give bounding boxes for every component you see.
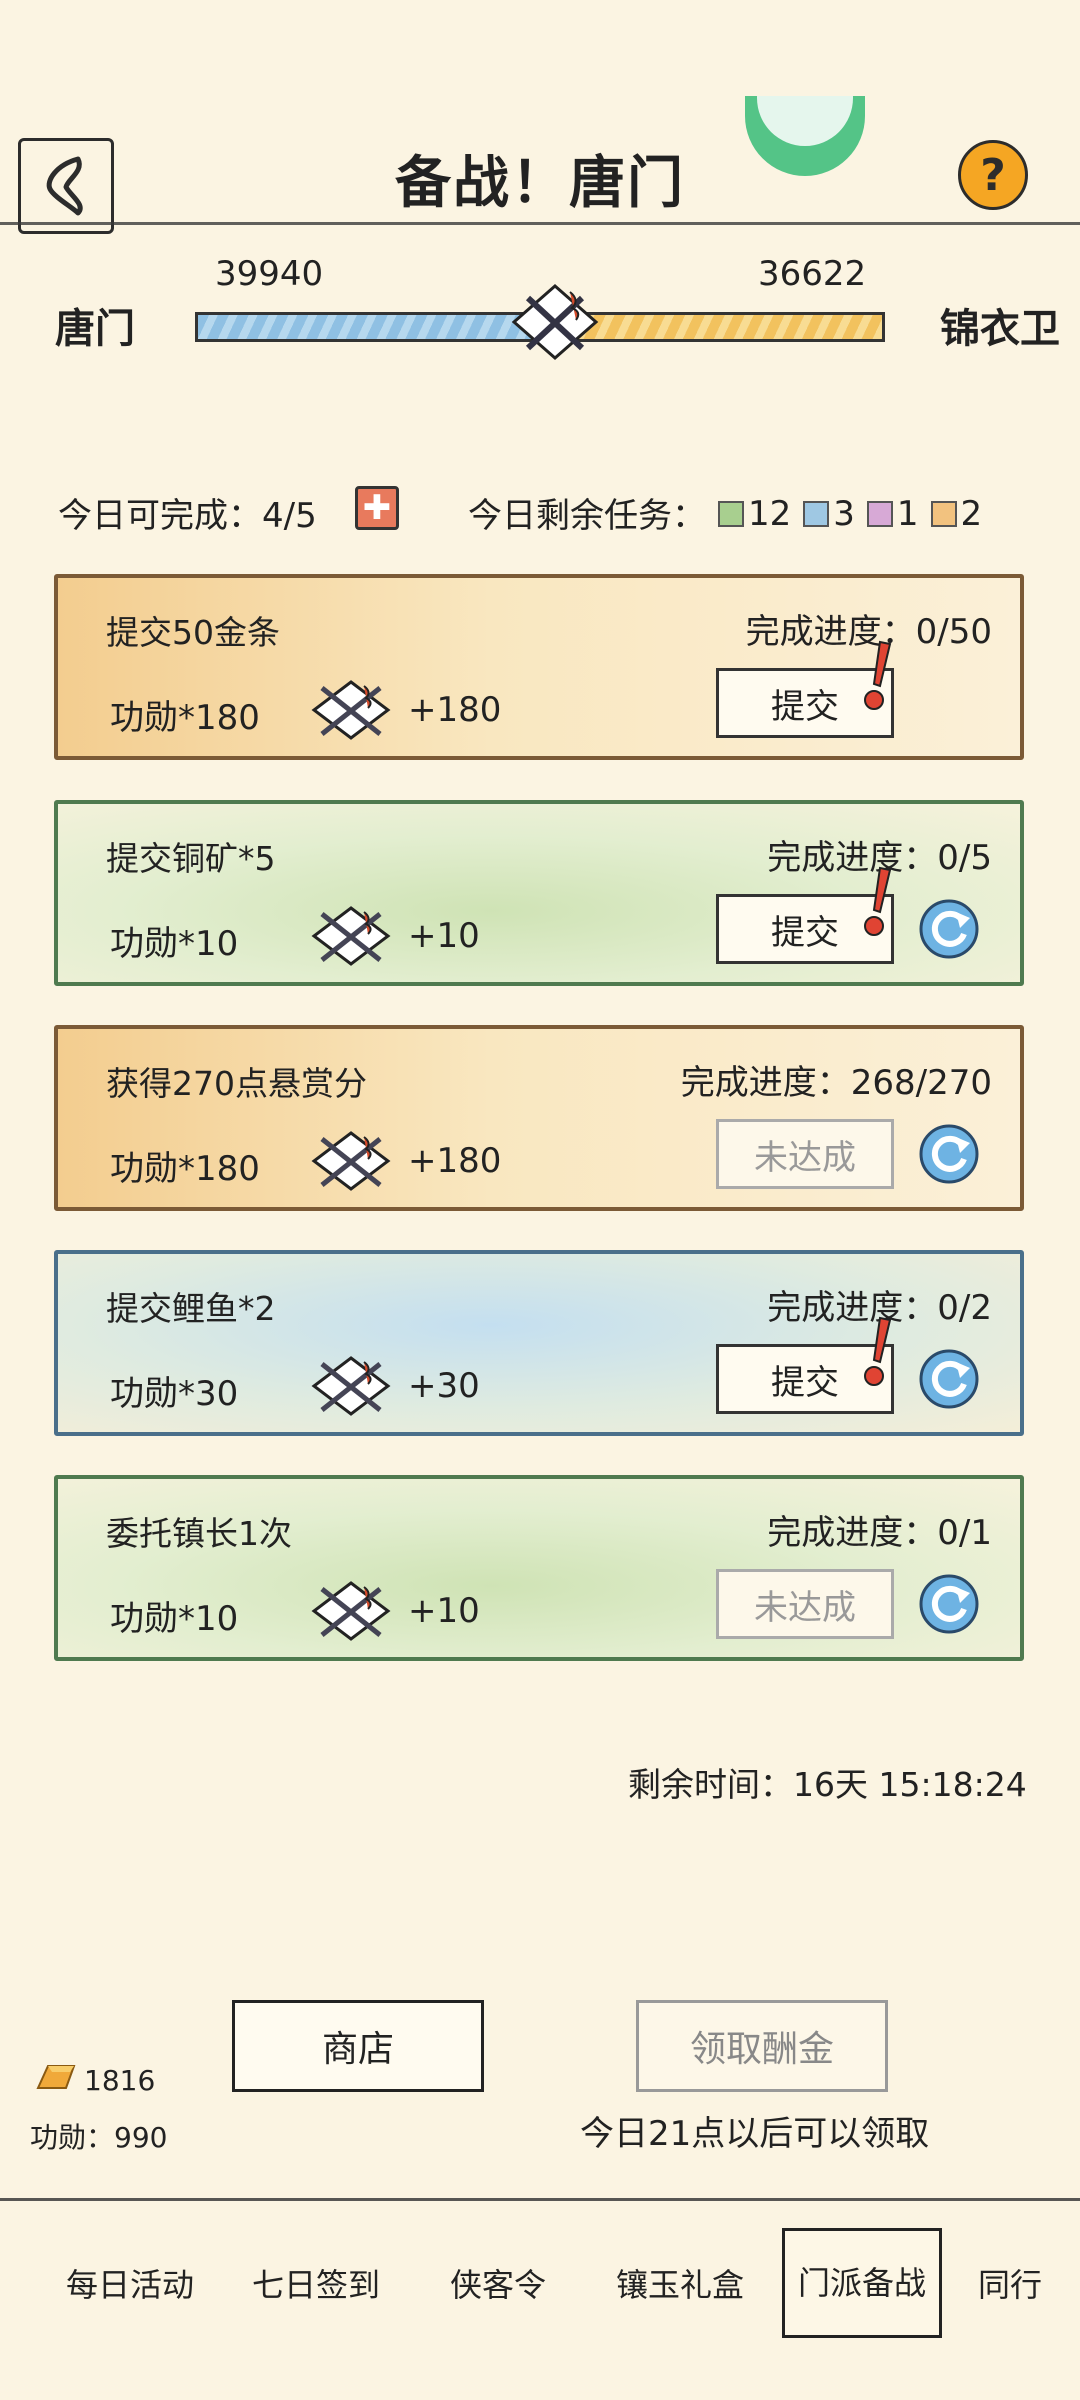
shop-button[interactable]: 商店 bbox=[232, 2000, 484, 2092]
exclamation-alert-icon bbox=[864, 1316, 892, 1386]
right-faction-name: 锦衣卫 bbox=[940, 306, 1060, 352]
gold-count: 1816 bbox=[84, 2064, 156, 2097]
refresh-icon[interactable] bbox=[918, 1348, 980, 1410]
task-bonus: +180 bbox=[408, 690, 502, 730]
left-faction-name: 唐门 bbox=[55, 306, 135, 352]
remaining-time: 剩余时间：16天 15:18:24 bbox=[628, 1758, 1027, 1806]
task-reward: 功勋*180 bbox=[110, 1149, 260, 1189]
task-progress-value: 0/1 bbox=[937, 1513, 992, 1553]
task-color-square-icon bbox=[803, 501, 830, 527]
task-reward: 功勋*10 bbox=[110, 1599, 239, 1639]
merit-value: 990 bbox=[114, 2121, 168, 2154]
remaining-time-value: 16天 15:18:24 bbox=[793, 1765, 1027, 1804]
remaining-count-value: 1 bbox=[896, 494, 919, 534]
tab-5[interactable]: 同行 bbox=[955, 2240, 1065, 2330]
task-card: 提交铜矿*5 完成进度：0/5 功勋*10 +10 提交 bbox=[54, 800, 1024, 986]
today-complete-label: 今日可完成： bbox=[58, 496, 262, 536]
refresh-icon[interactable] bbox=[918, 1573, 980, 1635]
task-card: 获得270点悬赏分 完成进度：268/270 功勋*180 +180 未达成 bbox=[54, 1025, 1024, 1211]
right-score: 36622 bbox=[758, 254, 867, 294]
task-reward: 功勋*30 bbox=[110, 1374, 239, 1414]
exclamation-alert-icon bbox=[864, 866, 892, 936]
tab-2[interactable]: 侠客令 bbox=[418, 2240, 578, 2330]
task-bonus: +180 bbox=[408, 1141, 502, 1181]
remaining-tasks: 今日剩余任务： 12 3 1 2 bbox=[468, 488, 982, 537]
crossed-swords-icon bbox=[311, 1581, 391, 1641]
right-share-fill bbox=[555, 315, 882, 339]
tab-0[interactable]: 每日活动 bbox=[50, 2240, 210, 2330]
remaining-count-3: 2 bbox=[930, 494, 983, 534]
task-color-square-icon bbox=[718, 501, 744, 527]
task-progress-value: 0/50 bbox=[915, 612, 992, 652]
task-card: 委托镇长1次 完成进度：0/1 功勋*10 +10 未达成 bbox=[54, 1475, 1024, 1661]
task-progress-label: 完成进度： bbox=[767, 838, 938, 878]
not-achieved-button[interactable]: 未达成 bbox=[716, 1569, 894, 1639]
crossed-swords-icon bbox=[311, 680, 391, 740]
task-title: 委托镇长1次 bbox=[106, 1514, 292, 1553]
task-progress-label: 完成进度： bbox=[680, 1063, 851, 1103]
exclamation-alert-icon bbox=[864, 640, 892, 710]
task-progress-label: 完成进度： bbox=[767, 1513, 938, 1553]
help-button[interactable]: ? bbox=[958, 140, 1028, 210]
today-complete: 今日可完成：4/5 bbox=[58, 488, 317, 537]
remaining-tasks-label: 今日剩余任务： bbox=[468, 496, 706, 536]
task-progress-value: 0/5 bbox=[937, 838, 992, 878]
tab-4[interactable]: 门派备战 bbox=[782, 2228, 942, 2338]
remaining-count-0: 12 bbox=[718, 494, 791, 534]
today-complete-value: 4/5 bbox=[262, 496, 317, 536]
remaining-count-value: 3 bbox=[833, 494, 855, 534]
remaining-tasks-counts: 12 3 1 2 bbox=[706, 494, 983, 536]
tab-3[interactable]: 镶玉礼盒 bbox=[600, 2240, 760, 2330]
remaining-time-label: 剩余时间： bbox=[628, 1765, 793, 1804]
gold-bar-icon bbox=[36, 2065, 76, 2089]
task-title: 获得270点悬赏分 bbox=[106, 1064, 367, 1103]
task-reward: 功勋*180 bbox=[110, 698, 260, 738]
task-progress: 完成进度：0/1 bbox=[767, 1505, 992, 1554]
merit-total: 功勋：990 bbox=[30, 2116, 167, 2156]
not-achieved-button[interactable]: 未达成 bbox=[716, 1119, 894, 1189]
crossed-swords-icon bbox=[311, 1356, 391, 1416]
task-card: 提交50金条 完成进度：0/50 功勋*180 +180 提交 bbox=[54, 574, 1024, 760]
refresh-icon[interactable] bbox=[918, 898, 980, 960]
task-progress: 完成进度：268/270 bbox=[681, 1055, 992, 1104]
claim-reward-button[interactable]: 领取酬金 bbox=[636, 2000, 888, 2092]
header-divider bbox=[0, 222, 1080, 225]
task-progress-value: 268/270 bbox=[850, 1063, 992, 1103]
crossed-swords-icon bbox=[311, 906, 391, 966]
tab-1[interactable]: 七日签到 bbox=[236, 2240, 396, 2330]
task-title: 提交50金条 bbox=[106, 613, 280, 652]
crossed-swords-icon bbox=[311, 1131, 391, 1191]
claim-note: 今日21点以后可以领取 bbox=[580, 2114, 930, 2154]
task-reward: 功勋*10 bbox=[110, 924, 239, 964]
footer-divider bbox=[0, 2198, 1080, 2201]
task-progress-label: 完成进度： bbox=[767, 1288, 938, 1328]
task-bonus: +10 bbox=[408, 916, 480, 956]
task-color-square-icon bbox=[930, 501, 957, 527]
task-card: 提交鲤鱼*2 完成进度：0/2 功勋*30 +30 提交 bbox=[54, 1250, 1024, 1436]
task-bonus: +10 bbox=[408, 1591, 480, 1631]
merit-label: 功勋： bbox=[30, 2121, 115, 2154]
remaining-count-2: 1 bbox=[866, 494, 919, 534]
left-score: 39940 bbox=[215, 254, 324, 294]
task-progress-value: 0/2 bbox=[937, 1288, 992, 1328]
refresh-icon[interactable] bbox=[918, 1123, 980, 1185]
crossed-swords-icon bbox=[511, 284, 599, 360]
add-attempts-button[interactable]: ✚ bbox=[355, 486, 399, 530]
remaining-count-1: 3 bbox=[803, 494, 855, 534]
left-share-fill bbox=[198, 315, 556, 339]
page-title: 备战！唐门 bbox=[395, 151, 685, 216]
task-color-square-icon bbox=[866, 501, 893, 527]
task-title: 提交铜矿*5 bbox=[106, 839, 276, 878]
remaining-count-value: 2 bbox=[960, 494, 983, 534]
remaining-count-value: 12 bbox=[748, 494, 792, 534]
task-bonus: +30 bbox=[408, 1366, 480, 1406]
task-title: 提交鲤鱼*2 bbox=[106, 1289, 276, 1328]
